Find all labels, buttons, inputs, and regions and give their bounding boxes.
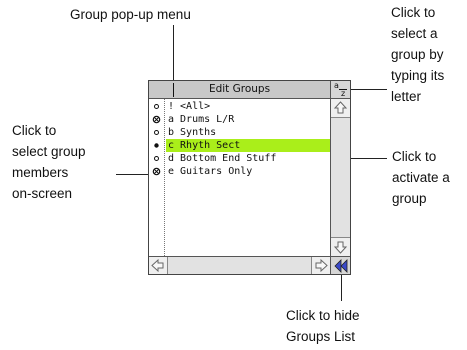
hollow-marker-icon[interactable]	[151, 126, 162, 139]
hollow-marker-icon[interactable]	[151, 100, 162, 113]
scroll-up-button[interactable]	[331, 99, 350, 118]
horizontal-scrollbar[interactable]	[149, 256, 330, 274]
list-item[interactable]: e Guitars Only	[149, 165, 330, 178]
callout-activate-group: Click to activate a group	[392, 149, 450, 206]
group-name: c Rhyth Sect	[166, 139, 330, 152]
leader-popup-menu	[173, 25, 174, 83]
group-name: e Guitars Only	[168, 166, 253, 177]
list-item[interactable]: d Bottom End Stuff	[149, 152, 330, 165]
scroll-left-button[interactable]	[149, 257, 168, 274]
list-item[interactable]: a Drums L/R	[149, 113, 330, 126]
scroll-right-button[interactable]	[311, 257, 330, 274]
vertical-scrollbar[interactable]	[330, 99, 350, 256]
az-bottom-letter: z	[341, 89, 346, 98]
callout-popup-menu: Group pop-up menu	[70, 7, 191, 22]
window-title: Edit Groups	[208, 83, 271, 95]
callout-select-by-letter: Click to select a group by typing its le…	[391, 5, 445, 104]
callout-hide-list: Click to hide Groups List	[286, 308, 360, 344]
group-name: d Bottom End Stuff	[168, 153, 277, 164]
leader-select-members	[116, 174, 152, 175]
left-arrow-icon	[151, 258, 164, 273]
list-item-highlighted[interactable]: c Rhyth Sect	[149, 139, 330, 152]
right-arrow-icon	[315, 258, 328, 273]
callout-select-members: Click to select group members on-screen	[12, 123, 86, 201]
groups-list: ! <All> a Drums L/R b Synths c Rhyth Sec…	[149, 99, 330, 256]
crossed-marker-icon[interactable]	[151, 113, 162, 126]
hide-groups-list-button[interactable]	[330, 256, 350, 274]
popup-divider	[173, 83, 174, 97]
edit-groups-window: Edit Groups a z ! <All> a Drums L/R b Sy…	[148, 80, 351, 275]
filled-marker-icon[interactable]	[151, 139, 162, 152]
hollow-marker-icon[interactable]	[151, 152, 162, 165]
select-by-letter-button[interactable]: a z	[330, 81, 350, 99]
group-name: a Drums L/R	[168, 114, 235, 125]
double-left-arrow-icon	[334, 259, 348, 273]
crossed-marker-icon[interactable]	[151, 165, 162, 178]
group-name: b Synths	[168, 127, 217, 138]
scroll-down-button[interactable]	[331, 237, 350, 256]
up-arrow-icon	[333, 101, 348, 114]
group-name: ! <All>	[168, 101, 211, 112]
down-arrow-icon	[333, 241, 348, 254]
list-item[interactable]: ! <All>	[149, 100, 330, 113]
list-item[interactable]: b Synths	[149, 126, 330, 139]
group-popup-menu[interactable]: Edit Groups	[149, 81, 330, 99]
